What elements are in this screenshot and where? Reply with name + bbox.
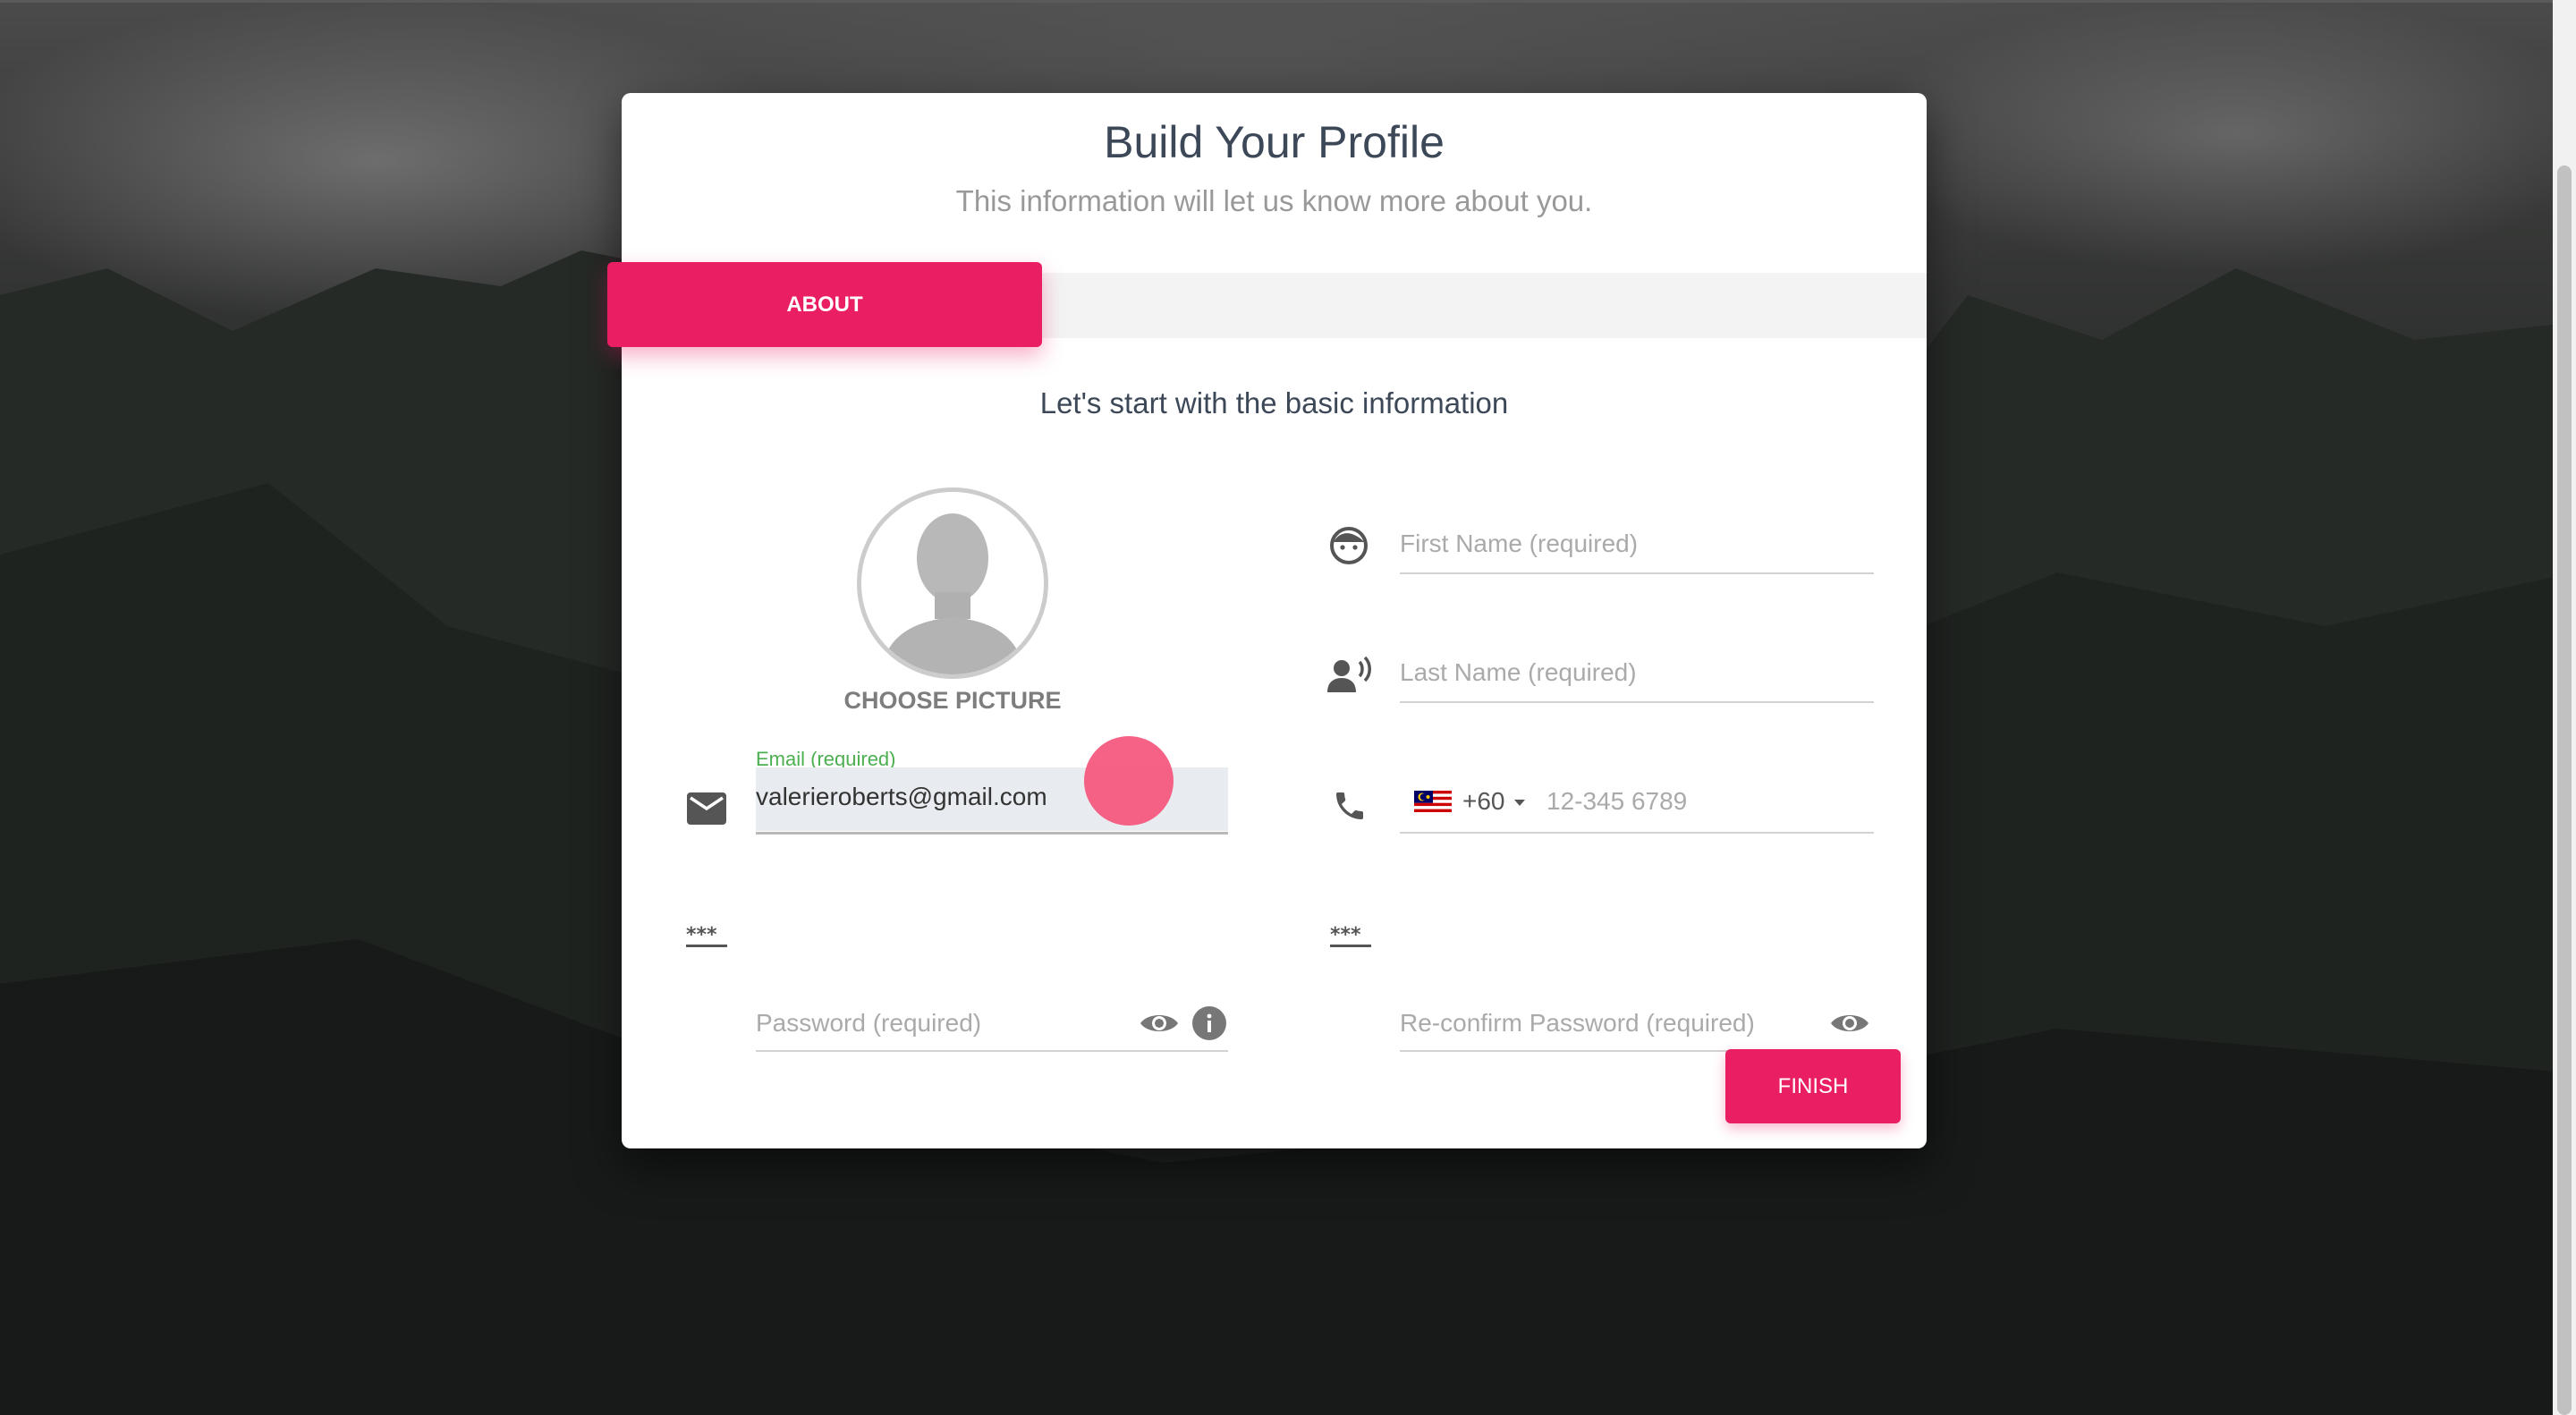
finish-button[interactable]: FINISH [1725, 1049, 1901, 1123]
last-name-underline [1400, 701, 1874, 703]
choose-picture-label[interactable]: CHOOSE PICTURE [801, 687, 1105, 715]
mail-icon [687, 792, 726, 829]
voice-person-icon [1327, 656, 1372, 700]
email-value: valerieroberts@gmail.com [756, 783, 1047, 810]
phone-icon [1332, 788, 1368, 828]
last-name-field[interactable]: Last Name (required) [1400, 648, 1874, 703]
first-name-field[interactable]: First Name (required) [1400, 519, 1874, 574]
face-icon [1329, 526, 1368, 570]
eye-icon[interactable] [1139, 1010, 1180, 1041]
phone-field[interactable]: +60 12-345 6789 [1400, 771, 1874, 834]
first-name-placeholder: First Name (required) [1400, 530, 1639, 557]
scrollbar-thumb[interactable] [2557, 165, 2572, 1415]
caret-down-icon[interactable] [1514, 800, 1525, 806]
svg-text:***: *** [686, 925, 717, 946]
password-underline [756, 1050, 1228, 1052]
section-title: Let's start with the basic information [1039, 386, 1509, 419]
first-name-underline [1400, 572, 1874, 574]
click-ripple [1084, 736, 1174, 826]
page-title: Build Your Profile [1104, 117, 1445, 167]
malaysia-flag-icon[interactable] [1414, 791, 1452, 812]
page-subtitle: This information will let us know more a… [955, 184, 1593, 217]
phone-underline [1400, 832, 1874, 834]
phone-placeholder: 12-345 6789 [1546, 787, 1688, 815]
password-icon: *** [686, 924, 727, 953]
vertical-scrollbar[interactable] [2553, 0, 2576, 1415]
last-name-placeholder: Last Name (required) [1400, 658, 1637, 686]
reconfirm-password-icon: *** [1330, 924, 1371, 953]
eye-icon[interactable] [1829, 1010, 1870, 1041]
tab-about[interactable]: ABOUT [607, 262, 1042, 347]
svg-text:***: *** [1330, 925, 1361, 946]
password-placeholder: Password (required) [756, 1009, 982, 1037]
reconfirm-password-placeholder: Re-confirm Password (required) [1400, 1009, 1755, 1037]
email-underline [756, 832, 1228, 835]
reconfirm-password-field[interactable]: Re-confirm Password (required) [1400, 995, 1874, 1052]
country-code[interactable]: +60 [1462, 787, 1505, 816]
default-avatar-icon [861, 492, 1044, 674]
avatar-picture[interactable] [857, 487, 1048, 679]
profile-wizard-card: Build Your Profile This information will… [607, 93, 1927, 1148]
window-top-border [0, 0, 2576, 3]
info-icon[interactable] [1191, 1005, 1227, 1046]
